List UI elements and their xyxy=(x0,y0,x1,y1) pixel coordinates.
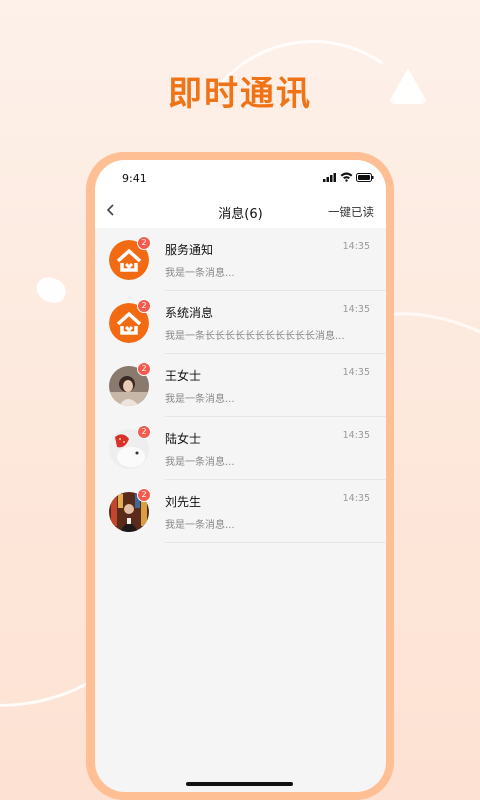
message-preview: 我是一条消息... xyxy=(165,268,235,279)
status-bar: 9:41 xyxy=(95,160,386,198)
list-item[interactable]: 2 系统消息 14:35 我是一条长长长长长长长长长长长消息... xyxy=(95,291,386,354)
signal-icon xyxy=(323,173,336,182)
unread-badge: 2 xyxy=(137,488,151,502)
list-item[interactable]: 2 王女士 14:35 我是一条消息... xyxy=(95,354,386,417)
message-preview: 我是一条消息... xyxy=(165,520,235,531)
mark-all-read-button[interactable]: 一键已读 xyxy=(328,204,374,220)
list-item[interactable]: 2 服务通知 14:35 我是一条消息... xyxy=(95,228,386,291)
unread-badge: 2 xyxy=(137,362,151,376)
list-item[interactable]: 2 陆女士 14:35 我是一条消息... xyxy=(95,417,386,480)
message-time: 14:35 xyxy=(342,430,370,441)
message-time: 14:35 xyxy=(342,367,370,378)
unread-badge: 2 xyxy=(137,236,151,250)
message-preview: 我是一条长长长长长长长长长长长消息... xyxy=(165,331,345,342)
home-indicator xyxy=(186,782,293,786)
contact-name: 王女士 xyxy=(165,369,202,383)
divider xyxy=(165,542,386,543)
contact-name: 服务通知 xyxy=(165,243,214,257)
list-item[interactable]: 2 刘先生 14:35 我是一条消息... xyxy=(95,480,386,543)
message-time: 14:35 xyxy=(342,493,370,504)
headline: 即时通讯 xyxy=(168,74,312,114)
contact-name: 陆女士 xyxy=(165,432,202,446)
message-time: 14:35 xyxy=(342,304,370,315)
nav-bar: 消息(6) 一键已读 xyxy=(95,198,386,228)
message-preview: 我是一条消息... xyxy=(165,394,235,405)
message-preview: 我是一条消息... xyxy=(165,457,235,468)
decorative-blob xyxy=(32,273,70,307)
contact-name: 系统消息 xyxy=(165,306,214,320)
phone-screen: 9:41 消息(6) 一键已读 2 服务通知 14:35 我是一条消息... 2… xyxy=(95,160,386,792)
battery-icon xyxy=(356,173,374,182)
message-time: 14:35 xyxy=(342,241,370,252)
unread-badge: 2 xyxy=(137,299,151,313)
unread-badge: 2 xyxy=(137,425,151,439)
wifi-icon xyxy=(340,172,353,182)
message-list: 2 服务通知 14:35 我是一条消息... 2 系统消息 14:35 我是一条… xyxy=(95,228,386,543)
status-time: 9:41 xyxy=(122,172,147,185)
contact-name: 刘先生 xyxy=(165,495,202,509)
